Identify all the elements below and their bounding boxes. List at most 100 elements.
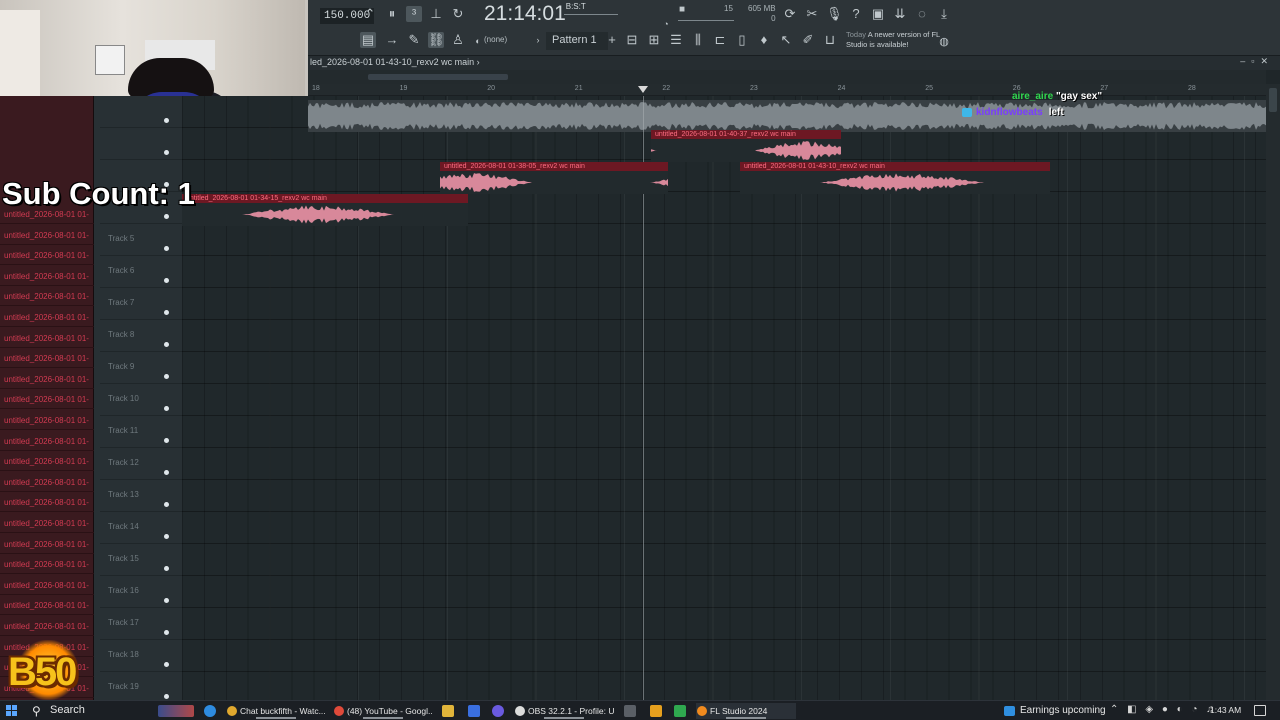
playhead-marker-icon[interactable]: [638, 86, 648, 93]
track-mute-dot-icon[interactable]: [164, 278, 169, 283]
picker-clip-item[interactable]: untitled_2026-08-01 01-: [0, 389, 94, 410]
help-icon[interactable]: ?: [848, 6, 864, 22]
track-header[interactable]: [100, 96, 182, 128]
save-icon[interactable]: ▣: [870, 6, 886, 22]
clipboard-icon[interactable]: ▯: [734, 32, 750, 48]
track-header[interactable]: Track 9: [100, 352, 182, 384]
track-mute-dot-icon[interactable]: [164, 246, 169, 251]
microphone-icon[interactable]: 🎙: [826, 6, 843, 22]
step-edit-icon[interactable]: ⊥: [428, 6, 444, 22]
track-header[interactable]: Track 6: [100, 256, 182, 288]
taskbar-clock[interactable]: 1:43 AM: [1210, 705, 1241, 715]
scrollbar-thumb[interactable]: [368, 74, 508, 80]
scrollbar-thumb[interactable]: [1269, 88, 1277, 112]
picker-clip-item[interactable]: untitled_2026-08-01 01-: [0, 245, 94, 266]
track-mute-dot-icon[interactable]: [164, 598, 169, 603]
track-header[interactable]: Track 18: [100, 640, 182, 672]
picker-clip-item[interactable]: untitled_2026-08-01 01-: [0, 616, 94, 636]
playlist-icon[interactable]: ▤: [360, 32, 376, 48]
download-icon[interactable]: ⤓: [936, 6, 952, 22]
track-mute-dot-icon[interactable]: [164, 630, 169, 635]
track-header[interactable]: Track 17: [100, 608, 182, 640]
refresh-icon[interactable]: ⟳: [782, 6, 798, 22]
track-mute-dot-icon[interactable]: [164, 310, 169, 315]
notes-icon[interactable]: [650, 705, 662, 717]
track-header[interactable]: Track 8: [100, 320, 182, 352]
track-header[interactable]: Track 10: [100, 384, 182, 416]
audio-clip[interactable]: untitled_2026-08-01 01-34-15_rexv2 wc ma…: [182, 194, 468, 226]
loop-record-icon[interactable]: ↻: [450, 6, 466, 22]
picker-clip-item[interactable]: untitled_2026-08-01 01-: [0, 266, 94, 286]
globe-icon[interactable]: ◍: [936, 34, 952, 50]
track-header[interactable]: Track 13: [100, 480, 182, 512]
wait-icon[interactable]: ⏸: [384, 6, 400, 22]
playlist-title-bar[interactable]: led_2026-08-01 01-43-10_rexv2 wc main › …: [308, 56, 1280, 70]
picker-clip-item[interactable]: untitled_2026-08-01 01-: [0, 410, 94, 430]
track-header[interactable]: Track 16: [100, 576, 182, 608]
track-mute-dot-icon[interactable]: [164, 406, 169, 411]
playlist-grid[interactable]: [182, 96, 1266, 700]
picker-clip-item[interactable]: untitled_2026-08-01 01-: [0, 492, 94, 513]
track-mute-dot-icon[interactable]: [164, 150, 169, 155]
taskbar-item-fl-studio[interactable]: FL Studio 2024: [696, 703, 796, 719]
link-icon[interactable]: ⛓: [428, 32, 445, 48]
cursor-icon[interactable]: ↖: [778, 32, 794, 48]
picker-clip-item[interactable]: untitled_2026-08-01 01-: [0, 348, 94, 369]
file-explorer-icon[interactable]: [442, 705, 454, 717]
countdown-icon[interactable]: ³: [406, 6, 422, 22]
mixer-icon[interactable]: ⊟: [624, 32, 640, 48]
track-mute-dot-icon[interactable]: [164, 342, 169, 347]
picker-clip-item[interactable]: untitled_2026-08-01 01-: [0, 472, 94, 492]
windows-start-icon[interactable]: [6, 705, 18, 717]
vertical-scrollbar[interactable]: [1266, 84, 1280, 700]
track-mute-dot-icon[interactable]: [164, 470, 169, 475]
track-mute-dot-icon[interactable]: [164, 502, 169, 507]
picker-clip-item[interactable]: untitled_2026-08-01 01-: [0, 554, 94, 575]
track-header[interactable]: Track 5: [100, 224, 182, 256]
weather-widget[interactable]: Earnings upcoming: [1002, 703, 1106, 716]
track-mute-dot-icon[interactable]: [164, 118, 169, 123]
track-header[interactable]: [100, 128, 182, 160]
taskbar-item-chrome-chat[interactable]: Chat buckfifth - Watc...: [226, 703, 326, 719]
plugin-icon[interactable]: ♦: [756, 32, 772, 48]
excel-icon[interactable]: [674, 705, 686, 717]
track-header[interactable]: Track 14: [100, 512, 182, 544]
taskbar-item-obs[interactable]: OBS 32.2.1 - Profile: U...: [514, 703, 614, 719]
chevron-right-icon[interactable]: ›: [530, 32, 546, 48]
track-mute-dot-icon[interactable]: [164, 438, 169, 443]
picker-clip-item[interactable]: untitled_2026-08-01 01-: [0, 225, 94, 245]
track-header[interactable]: Track 11: [100, 416, 182, 448]
track-mute-dot-icon[interactable]: [164, 662, 169, 667]
faders-icon[interactable]: ⫼: [690, 32, 706, 48]
track-header[interactable]: Track 15: [100, 544, 182, 576]
taskbar-item-youtube[interactable]: (48) YouTube - Googl...: [333, 703, 433, 719]
picker-clip-item[interactable]: untitled_2026-08-01 01-: [0, 451, 94, 472]
cart-icon[interactable]: ⊔: [822, 32, 838, 48]
calculator-icon[interactable]: [624, 705, 636, 717]
picker-clip-item[interactable]: untitled_2026-08-01 01-: [0, 369, 94, 389]
channel-select[interactable]: (none): [484, 35, 507, 44]
news-panel[interactable]: Today A newer version of FL Studio is av…: [846, 30, 942, 50]
taskbar-search[interactable]: ⚲ Search: [26, 703, 146, 719]
audio-clip[interactable]: untitled_2026-08-01 01-38-05_rexv2 wc ma…: [440, 162, 668, 194]
horizontal-scrollbar[interactable]: [308, 70, 1266, 84]
metronome-icon[interactable]: ⌃: [362, 6, 378, 22]
edge-icon[interactable]: [204, 705, 216, 717]
track-header[interactable]: Track 12: [100, 448, 182, 480]
picker-clip-item[interactable]: untitled_2026-08-01 01-: [0, 286, 94, 307]
picker-clip-item[interactable]: untitled_2026-08-01 01-: [0, 307, 94, 327]
track-mute-dot-icon[interactable]: [164, 566, 169, 571]
render-icon[interactable]: ⇊: [892, 6, 908, 22]
add-pattern-icon[interactable]: +: [604, 32, 620, 48]
picker-clip-item[interactable]: untitled_2026-08-01 01-: [0, 575, 94, 595]
brush-icon[interactable]: ✐: [800, 32, 816, 48]
track-mute-dot-icon[interactable]: [164, 374, 169, 379]
pattern-select[interactable]: Pattern 1: [546, 32, 608, 50]
picker-clip-item[interactable]: untitled_2026-08-01 01-: [0, 513, 94, 533]
audio-clip[interactable]: untitled_2026-08-01 01-43-10_rexv2 wc ma…: [740, 162, 1050, 194]
master-pitch-slider[interactable]: [564, 14, 618, 15]
arrow-right-icon[interactable]: →: [384, 32, 400, 48]
pencil-icon[interactable]: ✎: [406, 32, 422, 48]
system-tray[interactable]: ⌃ ◧ ◈ ● ◐ ◔ ♫: [1110, 704, 1217, 715]
discord-icon[interactable]: [492, 705, 504, 717]
